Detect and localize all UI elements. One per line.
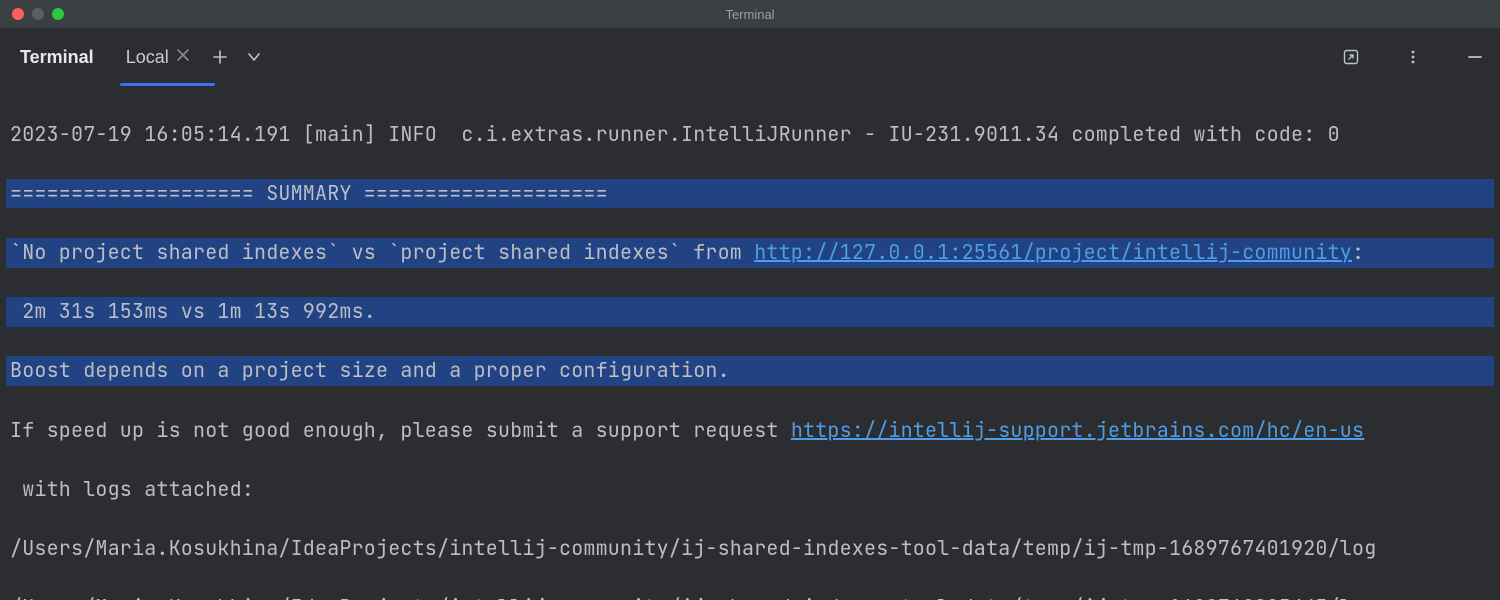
selected-line: `No project shared indexes` vs `project … xyxy=(6,238,1494,268)
terminal-toolbar: Terminal Local xyxy=(0,28,1500,86)
minimize-icon[interactable] xyxy=(1464,46,1486,68)
text: : xyxy=(1352,239,1364,265)
log-line: 2023-07-19 16:05:14.191 [main] INFO c.i.… xyxy=(6,120,1494,150)
log-path: /Users/Maria.Kosukhina/IdeaProjects/inte… xyxy=(6,593,1494,600)
log-line: with logs attached: xyxy=(6,475,1494,505)
window-titlebar: Terminal xyxy=(0,0,1500,28)
more-vert-icon[interactable] xyxy=(1402,46,1424,68)
plus-icon[interactable] xyxy=(209,46,231,68)
project-url-link[interactable]: http://127.0.0.1:25561/project/intellij-… xyxy=(754,239,1352,265)
tab-local[interactable]: Local xyxy=(126,41,189,74)
selected-line: Boost depends on a project size and a pr… xyxy=(6,356,1494,386)
support-url-link[interactable]: https://intellij-support.jetbrains.com/h… xyxy=(791,417,1364,443)
terminal-output[interactable]: 2023-07-19 16:05:14.191 [main] INFO c.i.… xyxy=(0,86,1500,600)
selected-line: 2m 31s 153ms vs 1m 13s 992ms. xyxy=(6,297,1494,327)
tab-active-indicator xyxy=(120,83,215,86)
traffic-lights xyxy=(0,8,64,20)
window-title: Terminal xyxy=(0,7,1500,22)
window-close-button[interactable] xyxy=(12,8,24,20)
chevron-down-icon[interactable] xyxy=(243,46,265,68)
text: If speed up is not good enough, please s… xyxy=(10,417,791,443)
window-maximize-button[interactable] xyxy=(52,8,64,20)
log-line: If speed up is not good enough, please s… xyxy=(6,416,1494,446)
popout-icon[interactable] xyxy=(1340,46,1362,68)
log-path: /Users/Maria.Kosukhina/IdeaProjects/inte… xyxy=(6,534,1494,564)
window-minimize-button[interactable] xyxy=(32,8,44,20)
toolwindow-title: Terminal xyxy=(20,47,94,68)
text: `No project shared indexes` vs `project … xyxy=(10,239,754,265)
selected-line: ==================== SUMMARY ===========… xyxy=(6,179,1494,209)
close-icon[interactable] xyxy=(177,48,189,66)
tab-label: Local xyxy=(126,47,169,68)
